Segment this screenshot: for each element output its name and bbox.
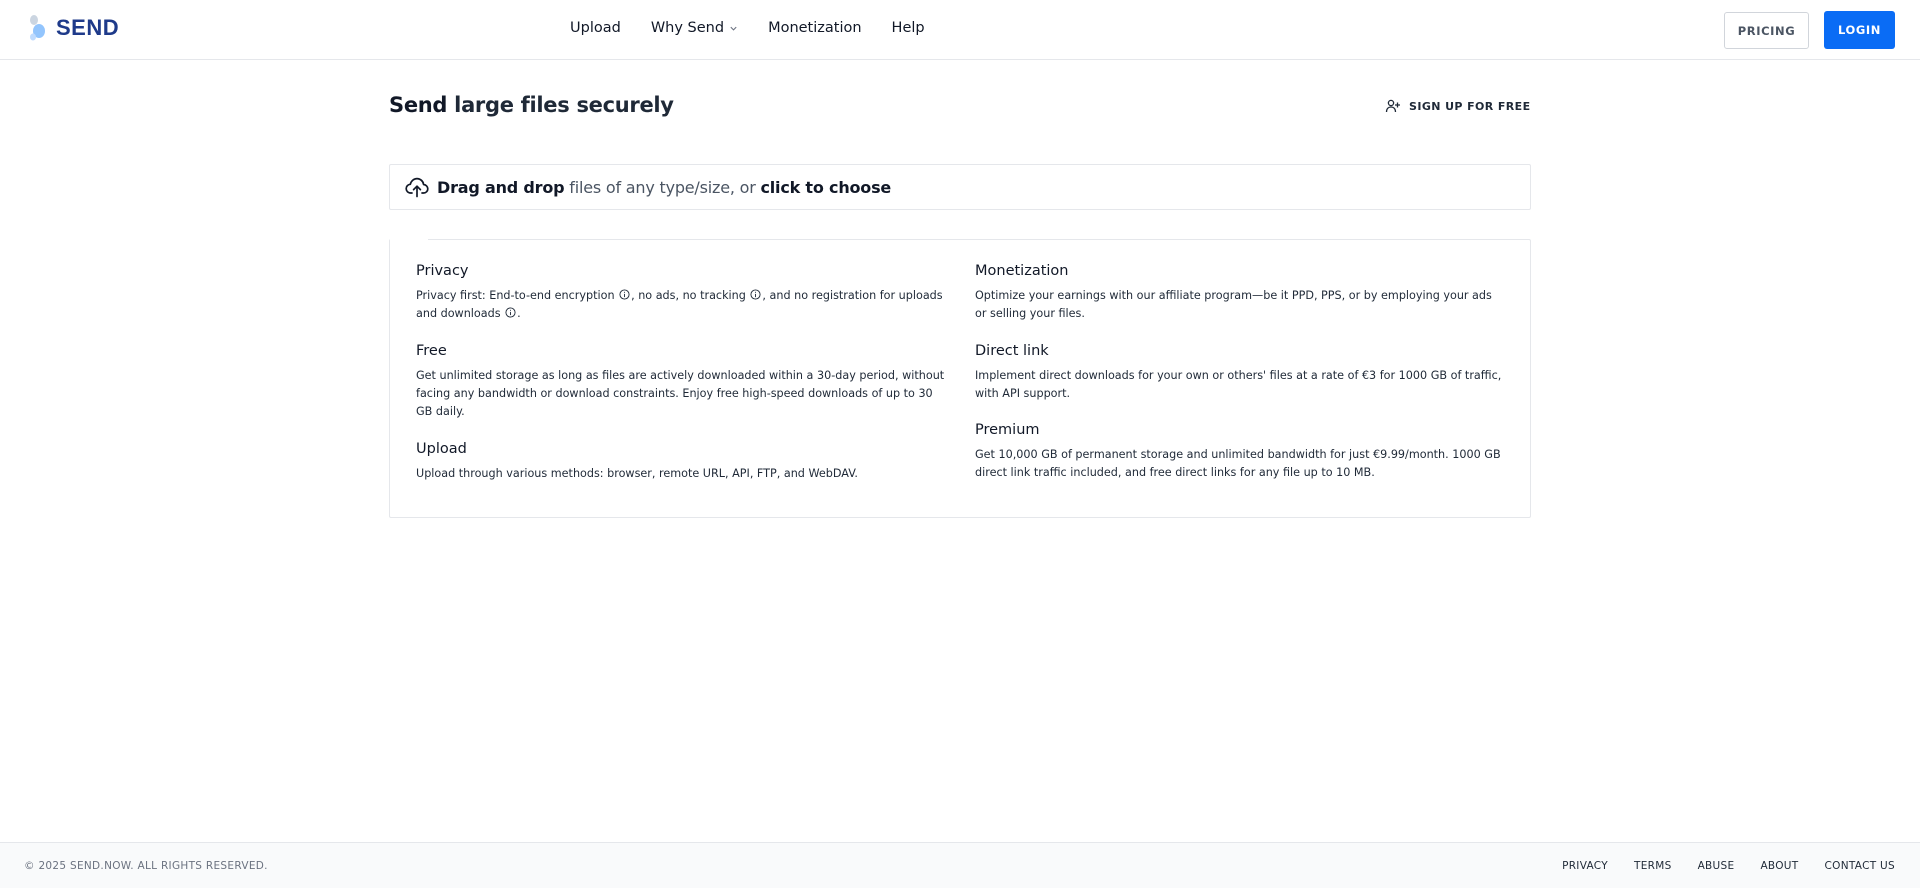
site-footer: © 2025 SEND.NOW. ALL RIGHTS RESERVED. PR… — [0, 842, 1920, 888]
feature-text: Optimize your earnings with our affiliat… — [975, 289, 1492, 320]
sign-up-button[interactable]: SIGN UP FOR FREE — [1385, 97, 1530, 115]
page-title: Send large files securely — [389, 93, 674, 117]
nav-why-send-label: Why Send — [650, 20, 725, 36]
copyright-text: © 2025 SEND.NOW. ALL RIGHTS RESERVED. — [24, 860, 268, 872]
feature-monetization: Monetization Optimize your earnings with… — [975, 263, 1505, 323]
dropzone-bold-drag: Drag and drop — [437, 177, 565, 197]
feature-title: Upload — [416, 441, 467, 457]
dropzone-middle: files of any type/size, or — [564, 177, 761, 197]
brand-name: SEND — [56, 15, 120, 40]
privacy-text-2: , no ads, no tracking — [631, 289, 750, 302]
privacy-text-1: Privacy first: End-to-end encryption — [416, 289, 619, 302]
feature-title: Monetization — [975, 263, 1069, 279]
page-title-rest: large files securely — [447, 93, 674, 117]
footer-link-about[interactable]: ABOUT — [1760, 860, 1798, 872]
sign-up-label: SIGN UP FOR FREE — [1409, 99, 1531, 113]
feature-title: Premium — [975, 422, 1040, 438]
dropzone-text: Drag and drop files of any type/size, or… — [437, 178, 891, 197]
feature-text: Implement direct downloads for your own … — [975, 369, 1502, 400]
feature-title: Privacy — [416, 263, 469, 279]
feature-free: Free Get unlimited storage as long as fi… — [416, 343, 946, 421]
feature-title: Free — [416, 343, 447, 359]
footer-links: PRIVACY TERMS ABUSE ABOUT CONTACT US — [1562, 860, 1895, 872]
nav-help-label: Help — [891, 20, 925, 36]
feature-upload: Upload Upload through various methods: b… — [416, 441, 946, 483]
features-panel: Privacy Privacy first: End-to-end encryp… — [389, 239, 1531, 518]
dropzone-click-to-choose[interactable]: click to choose — [760, 178, 891, 197]
file-dropzone[interactable]: Drag and drop files of any type/size, or… — [389, 164, 1531, 210]
info-icon[interactable] — [750, 289, 761, 300]
nav-help[interactable]: Help — [892, 20, 925, 36]
privacy-text-4: . — [517, 307, 521, 320]
logo-link[interactable]: SEND — [24, 12, 119, 44]
site-header: SEND Upload Why Send Monetization Help P… — [0, 0, 1920, 60]
nav-upload-label: Upload — [570, 20, 621, 36]
user-plus-icon — [1385, 99, 1400, 113]
feature-title: Direct link — [975, 343, 1049, 359]
feature-premium: Premium Get 10,000 GB of permanent stora… — [975, 422, 1505, 482]
footer-link-contact-us[interactable]: CONTACT US — [1825, 860, 1895, 872]
feature-text: Upload through various methods: browser,… — [416, 467, 858, 480]
nav-monetization-label: Monetization — [768, 20, 862, 36]
feature-text: Get unlimited storage as long as files a… — [416, 369, 945, 418]
pricing-button[interactable]: PRICING — [1724, 12, 1809, 49]
chevron-down-icon — [730, 26, 737, 31]
nav-upload[interactable]: Upload — [570, 20, 621, 36]
info-icon[interactable] — [619, 289, 630, 300]
footer-link-abuse[interactable]: ABUSE — [1698, 860, 1735, 872]
footer-link-terms[interactable]: TERMS — [1634, 860, 1672, 872]
nav-why-send[interactable]: Why Send — [651, 20, 738, 36]
cloud-upload-icon — [405, 177, 429, 198]
info-icon[interactable] — [505, 307, 516, 318]
feature-text: Get 10,000 GB of permanent storage and u… — [975, 448, 1501, 479]
page-title-bold: Send — [389, 93, 448, 117]
footer-link-privacy[interactable]: PRIVACY — [1562, 860, 1608, 872]
login-button[interactable]: LOGIN — [1824, 11, 1895, 49]
droplets-logo-icon — [30, 15, 45, 41]
feature-text: Privacy first: End-to-end encryption , n… — [416, 287, 946, 323]
main-nav: Upload Why Send Monetization Help — [570, 0, 925, 56]
feature-privacy: Privacy Privacy first: End-to-end encryp… — [416, 263, 946, 323]
feature-direct-link: Direct link Implement direct downloads f… — [975, 343, 1505, 403]
nav-monetization[interactable]: Monetization — [768, 20, 861, 36]
